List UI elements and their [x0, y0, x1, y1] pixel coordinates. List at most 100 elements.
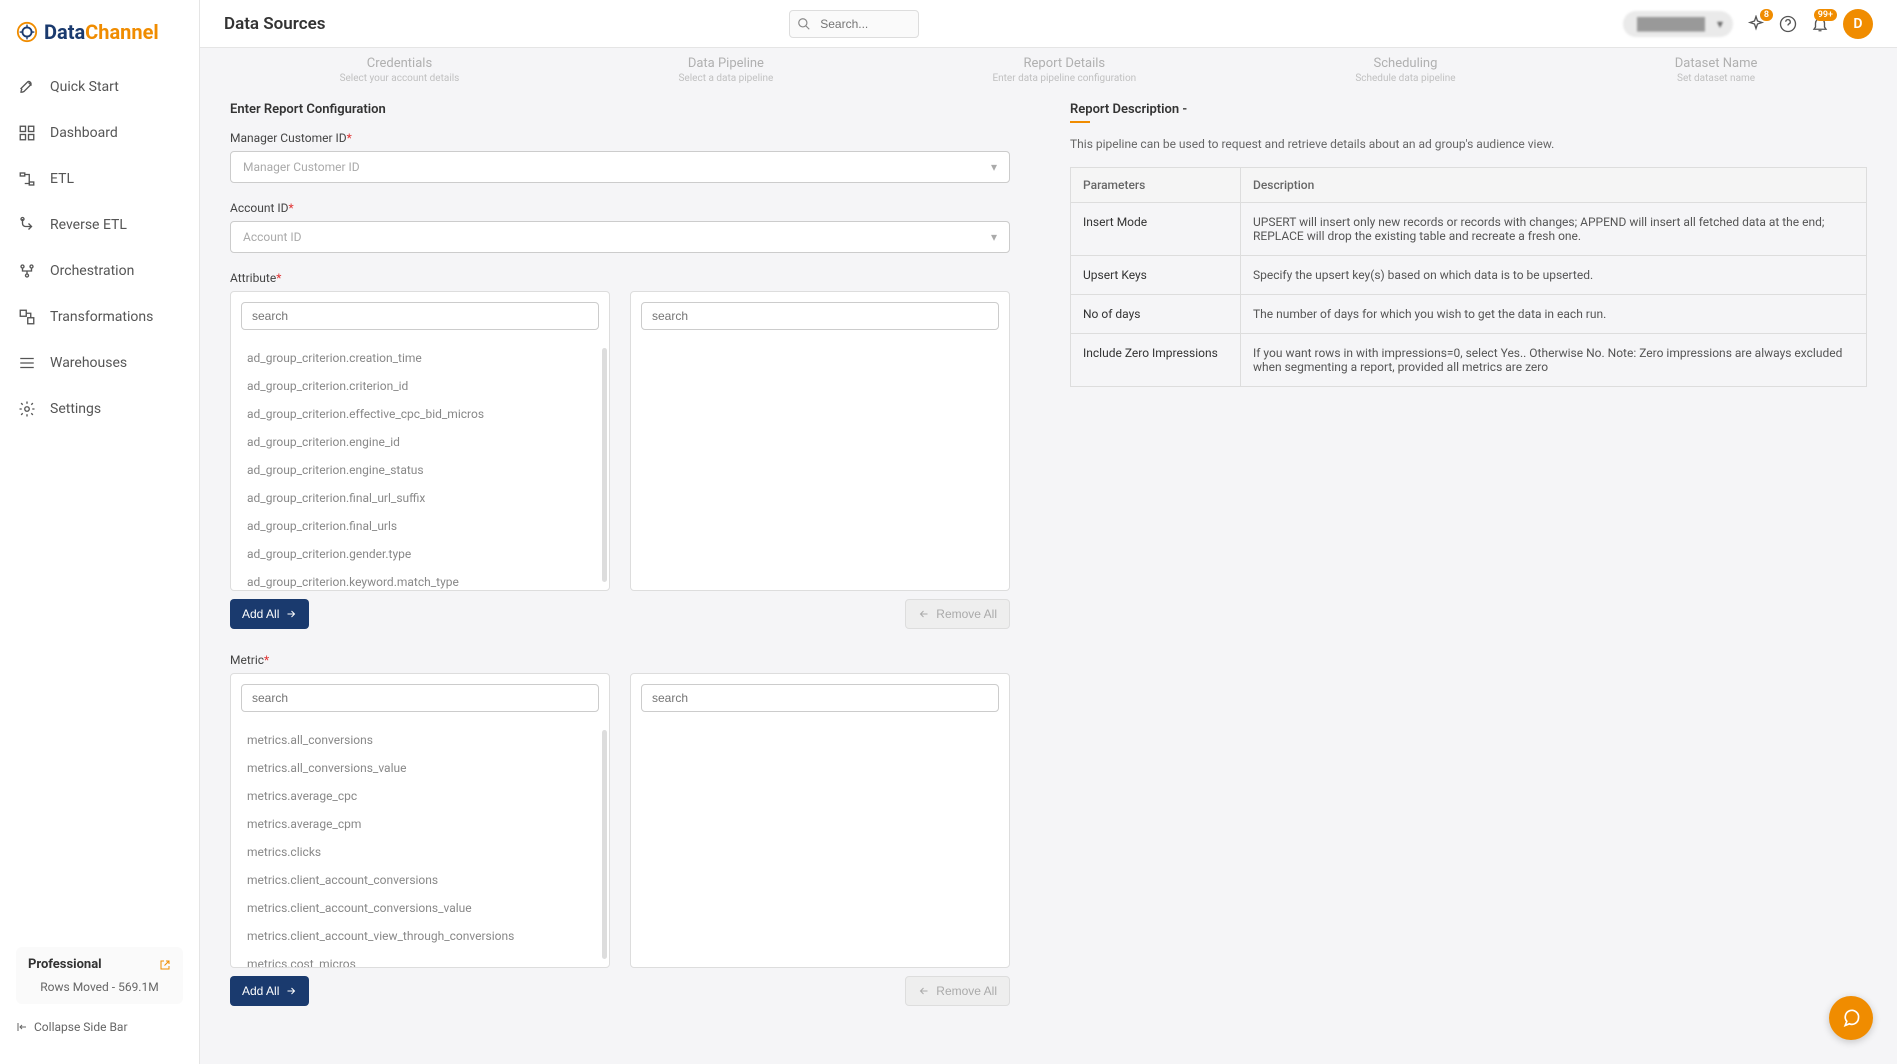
- list-item[interactable]: ad_group_criterion.engine_id: [241, 428, 599, 456]
- bell-icon[interactable]: 99+: [1811, 15, 1829, 33]
- attribute-dual-list: ad_group_criterion.creation_timead_group…: [230, 291, 1010, 591]
- metric-add-all-button[interactable]: Add All: [230, 976, 309, 1006]
- attribute-target-panel: [630, 291, 1010, 591]
- attribute-controls: Add All Remove All: [230, 599, 1010, 629]
- sidebar-item-reverseetl[interactable]: Reverse ETL: [0, 202, 199, 248]
- metric-remove-all-button[interactable]: Remove All: [905, 976, 1010, 1006]
- attribute-source-panel: ad_group_criterion.creation_timead_group…: [230, 291, 610, 591]
- grid-icon: [18, 124, 36, 142]
- table-row: Upsert KeysSpecify the upsert key(s) bas…: [1071, 256, 1867, 295]
- list-item[interactable]: ad_group_criterion.final_urls: [241, 512, 599, 540]
- sidebar-item-label: Quick Start: [50, 79, 119, 95]
- list-item[interactable]: metrics.average_cpm: [241, 810, 599, 838]
- logo[interactable]: DataChannel: [0, 12, 199, 64]
- list-item[interactable]: ad_group_criterion.keyword.match_type: [241, 568, 599, 590]
- sparkle-icon[interactable]: 8: [1747, 15, 1765, 33]
- sidebar-item-dashboard[interactable]: Dashboard: [0, 110, 199, 156]
- param-name: Upsert Keys: [1071, 256, 1241, 295]
- param-name: Include Zero Impressions: [1071, 334, 1241, 387]
- account-label: Account ID*: [230, 201, 1010, 215]
- param-desc: If you want rows in with impressions=0, …: [1241, 334, 1867, 387]
- sidebar-item-settings[interactable]: Settings: [0, 386, 199, 432]
- wizard-step-credentials[interactable]: CredentialsSelect your account details: [340, 56, 460, 84]
- list-item[interactable]: metrics.client_account_view_through_conv…: [241, 922, 599, 950]
- etl-icon: [18, 170, 36, 188]
- manager-select[interactable]: Manager Customer ID▾: [230, 151, 1010, 183]
- sidebar-item-warehouses[interactable]: Warehouses: [0, 340, 199, 386]
- sidebar-item-label: Transformations: [50, 309, 153, 325]
- transform-icon: [18, 308, 36, 326]
- collapse-icon: [16, 1021, 28, 1033]
- list-item[interactable]: metrics.client_account_conversions: [241, 866, 599, 894]
- metric-source-search[interactable]: [241, 684, 599, 712]
- list-item[interactable]: metrics.cost_micros: [241, 950, 599, 967]
- chat-icon: [1841, 1008, 1861, 1028]
- attribute-source-search[interactable]: [241, 302, 599, 330]
- wizard-step-dataset[interactable]: Dataset NameSet dataset name: [1675, 56, 1758, 84]
- logo-icon: [16, 21, 38, 43]
- sidebar-item-etl[interactable]: ETL: [0, 156, 199, 202]
- attribute-target-search[interactable]: [641, 302, 999, 330]
- list-item[interactable]: metrics.all_conversions_value: [241, 754, 599, 782]
- attribute-label: Attribute*: [230, 271, 1010, 285]
- list-item[interactable]: ad_group_criterion.final_url_suffix: [241, 484, 599, 512]
- attribute-source-list[interactable]: ad_group_criterion.creation_timead_group…: [231, 340, 609, 590]
- search-box: [789, 10, 919, 38]
- wizard-step-pipeline[interactable]: Data PipelineSelect a data pipeline: [678, 56, 773, 84]
- th-param: Parameters: [1071, 168, 1241, 203]
- help-icon[interactable]: [1779, 15, 1797, 33]
- metric-source-list[interactable]: metrics.all_conversionsmetrics.all_conve…: [231, 722, 609, 967]
- list-item[interactable]: ad_group_criterion.engine_status: [241, 456, 599, 484]
- arrow-left-icon: [918, 608, 930, 620]
- wizard: CredentialsSelect your account details D…: [230, 48, 1867, 102]
- collapse-sidebar[interactable]: Collapse Side Bar: [16, 1014, 183, 1040]
- attribute-add-all-button[interactable]: Add All: [230, 599, 309, 629]
- list-item[interactable]: metrics.client_account_conversions_value: [241, 894, 599, 922]
- table-row: No of daysThe number of days for which y…: [1071, 295, 1867, 334]
- wizard-step-scheduling[interactable]: SchedulingSchedule data pipeline: [1355, 56, 1455, 84]
- content: CredentialsSelect your account details D…: [200, 48, 1897, 1064]
- list-item[interactable]: ad_group_criterion.creation_time: [241, 344, 599, 372]
- account-select[interactable]: Account ID▾: [230, 221, 1010, 253]
- plan-rows: Rows Moved - 569.1M: [28, 980, 171, 994]
- list-item[interactable]: ad_group_criterion.effective_cpc_bid_mic…: [241, 400, 599, 428]
- param-desc: The number of days for which you wish to…: [1241, 295, 1867, 334]
- attribute-target-list[interactable]: [631, 340, 1009, 590]
- list-item[interactable]: metrics.all_conversions: [241, 726, 599, 754]
- reverse-icon: [18, 216, 36, 234]
- page-title: Data Sources: [224, 14, 325, 34]
- sidebar-item-label: Orchestration: [50, 263, 134, 279]
- list-item[interactable]: ad_group_criterion.gender.type: [241, 540, 599, 568]
- sidebar-item-transformations[interactable]: Transformations: [0, 294, 199, 340]
- sidebar-item-orchestration[interactable]: Orchestration: [0, 248, 199, 294]
- search-icon: [797, 17, 811, 31]
- title-underline: [1070, 121, 1090, 123]
- param-name: Insert Mode: [1071, 203, 1241, 256]
- metric-target-list[interactable]: [631, 722, 1009, 967]
- scrollbar[interactable]: [602, 730, 607, 959]
- metric-source-panel: metrics.all_conversionsmetrics.all_conve…: [230, 673, 610, 968]
- collapse-label: Collapse Side Bar: [34, 1020, 128, 1034]
- list-item[interactable]: metrics.clicks: [241, 838, 599, 866]
- metric-target-search[interactable]: [641, 684, 999, 712]
- chat-fab[interactable]: [1829, 996, 1873, 1040]
- wizard-step-report[interactable]: Report DetailsEnter data pipeline config…: [992, 56, 1136, 84]
- account-selector[interactable]: ████████▾: [1623, 11, 1733, 37]
- arrow-left-icon: [918, 985, 930, 997]
- form-column: Enter Report Configuration Manager Custo…: [230, 102, 1010, 1030]
- sparkle-badge: 8: [1760, 9, 1773, 21]
- open-icon[interactable]: [159, 959, 171, 971]
- chevron-down-icon: ▾: [1717, 17, 1723, 31]
- warehouse-icon: [18, 354, 36, 372]
- avatar[interactable]: D: [1843, 9, 1873, 39]
- metric-controls: Add All Remove All: [230, 976, 1010, 1006]
- list-item[interactable]: ad_group_criterion.criterion_id: [241, 372, 599, 400]
- param-name: No of days: [1071, 295, 1241, 334]
- attribute-remove-all-button[interactable]: Remove All: [905, 599, 1010, 629]
- list-item[interactable]: metrics.average_cpc: [241, 782, 599, 810]
- chevron-down-icon: ▾: [991, 160, 997, 174]
- topbar-right: ████████▾ 8 99+ D: [1623, 9, 1873, 39]
- sidebar-item-quickstart[interactable]: Quick Start: [0, 64, 199, 110]
- arrow-right-icon: [285, 608, 297, 620]
- scrollbar[interactable]: [602, 348, 607, 582]
